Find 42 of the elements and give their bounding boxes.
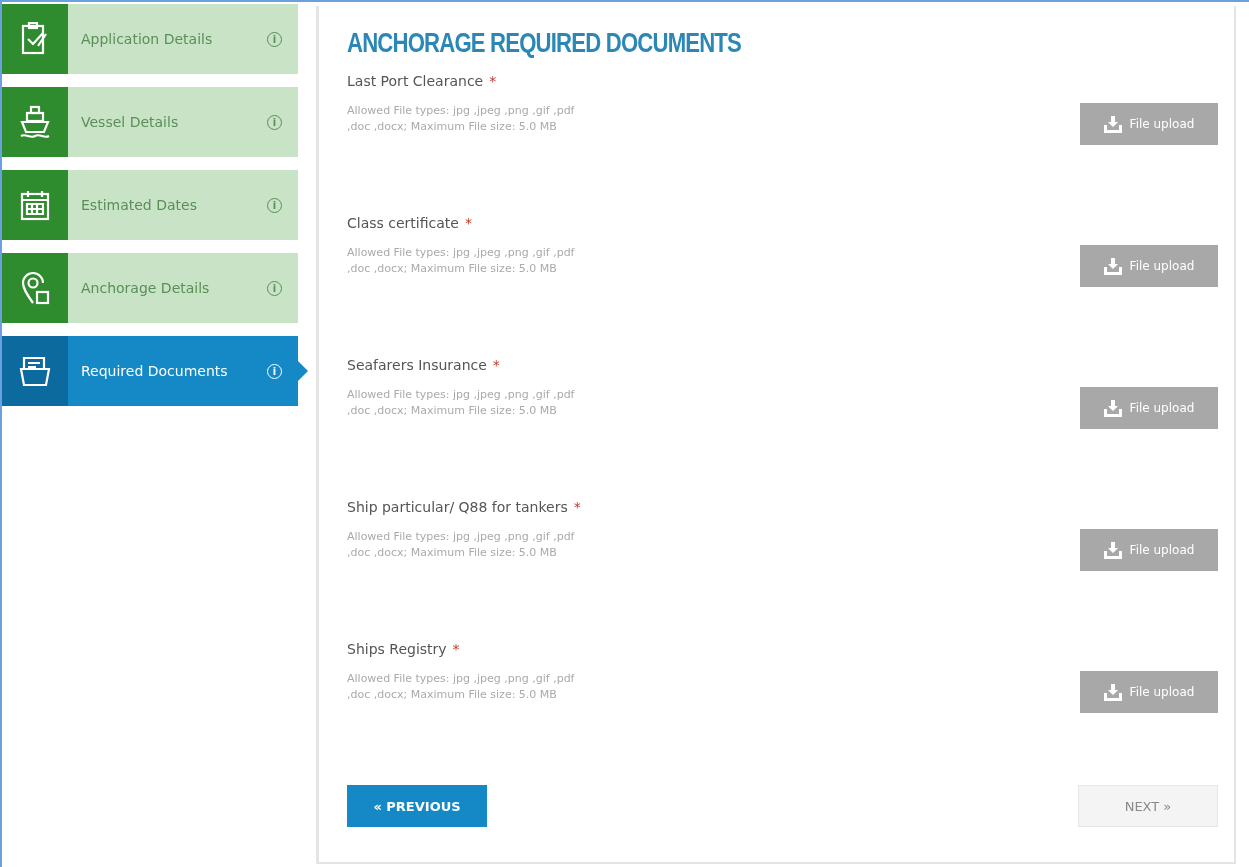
file-hint: Allowed File types: jpg ,jpeg ,png ,gif ,pdf ,doc ,docx; Maximum File size: 5.0 MB [347,529,576,561]
document-label: Ships Registry [347,641,447,657]
page-title: ANCHORAGE REQUIRED DOCUMENTS [347,28,743,59]
file-upload-button[interactable]: File upload [1080,529,1218,571]
file-upload-button[interactable]: File upload [1080,671,1218,713]
file-hint: Allowed File types: jpg ,jpeg ,png ,gif ,pdf ,doc ,docx; Maximum File size: 5.0 MB [347,671,576,703]
ship-icon [19,105,51,139]
upload-icon [1103,541,1122,559]
required-mark: * [489,73,497,89]
upload-icon [1103,257,1122,275]
upload-icon [1103,683,1122,701]
upload-icon [1103,399,1122,417]
required-mark: * [492,357,500,373]
required-mark: * [464,215,472,231]
file-upload-button[interactable]: File upload [1080,245,1218,287]
file-hint: Allowed File types: jpg ,jpeg ,png ,gif ,pdf ,doc ,docx; Maximum File size: 5.0 MB [347,103,576,135]
previous-button[interactable]: « PREVIOUS [347,785,487,827]
step-tab[interactable]: Application Details i [2,4,298,74]
required-mark: * [452,641,460,657]
step-tab[interactable]: Estimated Dates i [2,170,298,240]
step-tab[interactable]: Anchorage Details i [2,253,298,323]
document-label: Seafarers Insurance [347,357,487,373]
calendar-icon [20,189,50,221]
required-mark: * [573,499,581,515]
folder-icon [19,355,51,387]
step-tab[interactable]: Vessel Details i [2,87,298,157]
document-label: Ship particular/ Q88 for tankers [347,499,568,515]
step-label: Anchorage Details [80,280,211,296]
file-hint: Allowed File types: jpg ,jpeg ,png ,gif ,pdf ,doc ,docx; Maximum File size: 5.0 MB [347,387,576,419]
pointer-icon [298,361,308,381]
step-label: Estimated Dates [80,197,198,213]
step-label: Required Documents [80,363,229,379]
document-label: Last Port Clearance [347,73,484,89]
map-pin-icon [20,271,50,305]
clipboard-check-icon [20,22,50,56]
step-label: Vessel Details [80,114,180,130]
upload-icon [1103,115,1122,133]
file-upload-button[interactable]: File upload [1080,387,1218,429]
document-label: Class certificate [347,215,459,231]
file-upload-button[interactable]: File upload [1080,103,1218,145]
step-label: Application Details [80,31,214,47]
file-hint: Allowed File types: jpg ,jpeg ,png ,gif ,pdf ,doc ,docx; Maximum File size: 5.0 MB [347,245,576,277]
